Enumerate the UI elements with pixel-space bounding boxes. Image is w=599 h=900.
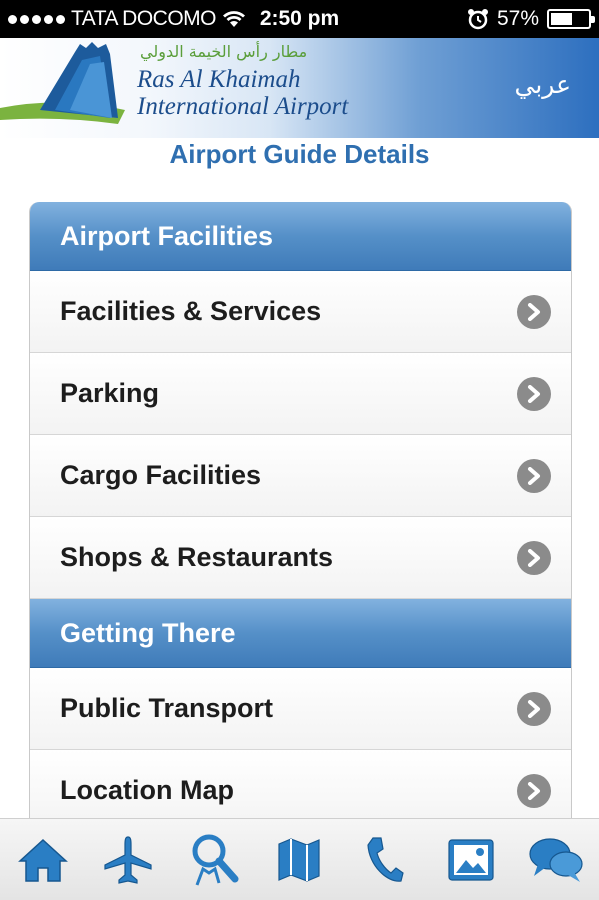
airport-name-arabic: مطار رأس الخيمة الدولي (140, 42, 308, 61)
tab-contact[interactable] (355, 830, 415, 890)
list-item-label: Facilities & Services (60, 296, 322, 326)
chevron-right-icon (517, 691, 551, 726)
battery-percent: 57% (496, 7, 539, 30)
tab-map[interactable] (269, 830, 329, 890)
arabic-language-link[interactable]: عربي (514, 70, 571, 99)
carrier-name: TATA DOCOMO (71, 7, 217, 30)
phone-icon (367, 836, 404, 882)
search-people-icon (192, 834, 239, 886)
page-title: Airport Guide Details (169, 139, 430, 169)
gallery-icon (447, 838, 494, 881)
chevron-right-icon (517, 540, 551, 575)
tab-chat[interactable] (526, 830, 586, 890)
app-header: مطار رأس الخيمة الدولي Ras Al Khaimah In… (0, 38, 599, 138)
list-item-label: Location Map (60, 775, 234, 805)
list-item-facilities-services[interactable]: Facilities & Services (30, 271, 571, 353)
airport-name-line2: International Airport (137, 93, 349, 120)
tab-home[interactable] (13, 830, 73, 890)
list-item-label: Shops & Restaurants (60, 542, 334, 572)
chevron-right-icon (517, 773, 551, 808)
list-item-parking[interactable]: Parking (30, 353, 571, 435)
alarm-icon (467, 9, 488, 30)
list-item-cargo-facilities[interactable]: Cargo Facilities (30, 435, 571, 517)
signal-strength-icon (8, 14, 65, 24)
list-item-label: Cargo Facilities (60, 460, 262, 490)
airplane-icon (104, 835, 152, 884)
list-item-label: Parking (60, 378, 160, 408)
home-icon (17, 838, 68, 882)
status-bar: TATA DOCOMO 2:50 pm 57% (0, 0, 599, 38)
wifi-icon (223, 11, 245, 27)
list-item-public-transport[interactable]: Public Transport (30, 668, 571, 750)
tab-gallery[interactable] (441, 830, 501, 890)
list-item-shops-restaurants[interactable]: Shops & Restaurants (30, 517, 571, 599)
airport-name-line1: Ras Al Khaimah (137, 66, 301, 93)
section-header-airport-facilities: Airport Facilities (30, 202, 571, 271)
section-header-getting-there: Getting There (30, 599, 571, 668)
bottom-tab-bar (0, 818, 599, 900)
battery-icon (547, 9, 595, 29)
chevron-right-icon (517, 458, 551, 493)
chevron-right-icon (517, 376, 551, 411)
list-item-label: Public Transport (60, 693, 274, 723)
guide-list: Airport Facilities Facilities & Services… (29, 202, 572, 832)
tab-search[interactable] (184, 830, 244, 890)
chevron-right-icon (517, 294, 551, 329)
tab-flights[interactable] (98, 830, 158, 890)
map-icon (278, 837, 321, 882)
chat-icon (529, 837, 583, 882)
airport-logo-icon (0, 42, 125, 124)
